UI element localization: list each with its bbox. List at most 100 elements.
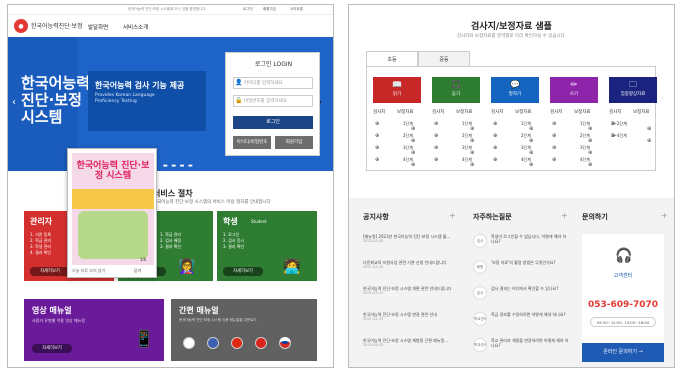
find-account-button[interactable]: 아이디/비밀번호 xyxy=(233,136,271,149)
popup-image[interactable]: 한국어능력 진단·보정 시스템 xyxy=(72,153,154,265)
download-test-icon[interactable]: ⊕ xyxy=(434,157,438,163)
column-header-test: 검사지 xyxy=(609,110,622,115)
admin-detail-button[interactable]: 자세히보기 xyxy=(30,267,70,276)
login-button[interactable]: 로그인 xyxy=(233,116,313,129)
quick-manual-card: 간편 매뉴얼 한국어능력 진단·보정 시스템 이용 매뉴얼을 다운로드 xyxy=(171,299,317,361)
join-button[interactable]: 회원가입 xyxy=(275,136,313,149)
faq-item[interactable]: 학교관리 학교 관리자 계정을 변경하려면 어떻게 해야 하나요? xyxy=(473,338,571,364)
quick-manual-title: 간편 매뉴얼 xyxy=(179,306,219,315)
notice-item[interactable]: 다문화교육 지원사업 관련 기관 신청 안내드립니다 2021-03-15 xyxy=(363,260,459,286)
china-flag-icon[interactable] xyxy=(231,337,243,349)
download-test-icon[interactable]: ⊕ xyxy=(552,121,556,127)
download-material-icon[interactable]: ⊕ xyxy=(529,162,533,168)
tab-middle[interactable]: 중등 xyxy=(418,51,470,67)
id-input[interactable]: 아이디를 입력하세요 xyxy=(233,77,313,89)
download-material-icon[interactable]: ⊕ xyxy=(529,150,533,156)
category-writing[interactable]: ✏ 쓰기 xyxy=(550,77,598,103)
faq-item[interactable]: 검사 검사 결과는 어디에서 확인할 수 있나요? xyxy=(473,286,571,312)
download-test-icon[interactable]: ⊕ xyxy=(552,157,556,163)
category-reading[interactable]: 📖 읽기 xyxy=(373,77,421,103)
faq-badge: 학교관리 xyxy=(473,312,487,326)
hero-sub-line: Proficiency Testing xyxy=(95,99,137,104)
download-material-icon[interactable]: ⊕ xyxy=(411,150,415,156)
column-header-material: 보정자료 xyxy=(456,110,473,115)
notice-item[interactable]: [매뉴얼] 2023년 한국어능력 진단·보정 시스템 활... 2023-03-… xyxy=(363,234,459,260)
download-material-icon[interactable]: ⊕ xyxy=(529,126,533,132)
download-material-icon[interactable]: ⊕ xyxy=(588,138,592,144)
download-test-icon[interactable]: ⊕ xyxy=(375,133,379,139)
nav-item-1[interactable]: 발달화면 xyxy=(88,23,108,31)
tab-elementary[interactable]: 초등 xyxy=(366,51,418,67)
download-test-icon[interactable]: ⊕ xyxy=(493,145,497,151)
contact-hours: 09:30~12:00, 13:00~18:00 xyxy=(590,317,656,327)
faq-more-icon[interactable]: + xyxy=(561,211,568,220)
download-test-icon[interactable]: ⊕ xyxy=(552,133,556,139)
download-material-icon[interactable]: ⊕ xyxy=(470,162,474,168)
download-material-icon[interactable]: ⊕ xyxy=(470,150,474,156)
video-detail-button[interactable]: 자세히보기 xyxy=(32,344,72,353)
contact-box: 🎧 고객센터 053-609-7070 09:30~12:00, 13:00~1… xyxy=(582,234,664,362)
contact-more-icon[interactable]: + xyxy=(661,211,668,220)
download-material-icon[interactable]: ⊕ xyxy=(411,162,415,168)
notice-item[interactable]: 한국어능력 진단·보정 시스템 변경 관련 안내 2021-02-25 xyxy=(363,312,459,338)
category-focus[interactable]: 🗀 집중향상자료 xyxy=(609,77,657,103)
tablet-illustration-icon: 📱 xyxy=(134,329,154,348)
util-login-link[interactable]: 로그인 xyxy=(243,7,253,12)
popup-page-indicator: 1/6 xyxy=(140,257,147,262)
download-test-icon[interactable]: ⊕ xyxy=(375,121,379,127)
headset-icon: 🎧 xyxy=(451,80,461,89)
util-join-link[interactable]: 회원가입 xyxy=(263,7,276,12)
vietnam-flag-icon[interactable] xyxy=(255,337,267,349)
download-test-icon[interactable]: ⊕ xyxy=(493,121,497,127)
dont-show-today[interactable]: 오늘 하루 보지 않기 xyxy=(72,268,105,274)
download-material-icon[interactable]: ⊕ xyxy=(411,126,415,132)
russia-flag-icon[interactable] xyxy=(279,337,291,349)
faq-list: 검사 학생이 로그인할 수 없습니다. 어떻게 해야 하나요? 회원 '보정 자료'… xyxy=(473,234,571,364)
student-detail-button[interactable]: 자세히보기 xyxy=(223,267,263,276)
download-test-icon[interactable]: ⊕ xyxy=(434,121,438,127)
utility-bar: 한국어능력 진단·보정 시스템에 오신 것을 환영합니다 로그인 회원가입 사이… xyxy=(8,5,333,15)
download-material-icon[interactable]: ⊕ xyxy=(411,138,415,144)
login-box: 로그인 LOGIN 아이디를 입력하세요 👤 비밀번호를 입력하세요 🔒 로그인… xyxy=(225,52,320,156)
popup-close-button[interactable]: 닫기 xyxy=(134,268,141,274)
download-material-icon[interactable]: ⊕ xyxy=(588,162,592,168)
card-steps: 1. 학급 관리 2. 검사 배정 3. 결과 확인 xyxy=(160,232,181,250)
prev-arrow-icon[interactable]: ‹ xyxy=(12,97,16,108)
notice-item[interactable]: 한국어능력 진단·보정 시스템 개편 관련 안내드립니다 2021-03-11 xyxy=(363,286,459,312)
download-material-icon[interactable]: ⊕ xyxy=(588,150,592,156)
download-material-icon[interactable]: ⊕ xyxy=(470,138,474,144)
download-material-icon[interactable]: ⊕ xyxy=(647,126,651,132)
download-test-icon[interactable]: ⊕ xyxy=(375,145,379,151)
carousel-dots[interactable]: ▬ ▬ ▬ ▬ xyxy=(163,163,194,169)
faq-item[interactable]: 학교관리 학급 정보를 수정하려면 어떻게 해야 하나요? xyxy=(473,312,571,338)
notice-list: [매뉴얼] 2023년 한국어능력 진단·보정 시스템 활... 2023-03-… xyxy=(363,234,459,364)
korea-flag-icon[interactable] xyxy=(183,337,195,349)
download-test-icon[interactable]: ⊕ xyxy=(375,157,379,163)
download-test-icon[interactable]: ⊕ xyxy=(493,133,497,139)
download-test-icon[interactable]: ⊕ xyxy=(493,157,497,163)
notice-more-icon[interactable]: + xyxy=(449,211,456,220)
download-test-icon[interactable]: ⊕ xyxy=(434,145,438,151)
download-material-icon[interactable]: ⊕ xyxy=(470,126,474,132)
notice-item[interactable]: 한국어능력 진단·보정 시스템 체험용 간편 매뉴얼... 2020-09-03 xyxy=(363,338,459,364)
hero-title-line: 시스템 xyxy=(21,108,63,126)
faq-item[interactable]: 회원 '보정 자료'의 활용 방법은 무엇인가요? xyxy=(473,260,571,286)
faq-item[interactable]: 검사 학생이 로그인할 수 없습니다. 어떻게 해야 하나요? xyxy=(473,234,571,260)
password-input[interactable]: 비밀번호를 입력하세요 xyxy=(233,95,313,107)
user-icon: 👤 xyxy=(235,79,243,86)
online-inquiry-button[interactable]: 온라인 문의하기 → xyxy=(582,343,664,362)
category-speaking[interactable]: 💬 말하기 xyxy=(491,77,539,103)
usa-flag-icon[interactable] xyxy=(207,337,219,349)
download-material-icon[interactable]: ⊕ xyxy=(588,126,592,132)
student-card: 학생 Student 1. 로그인 2. 검사 응시 3. 결과 확인 자세히보… xyxy=(217,211,317,281)
headset-icon: 🎧 xyxy=(615,248,633,264)
category-listening[interactable]: 🎧 듣기 xyxy=(432,77,480,103)
hero-title-line: 한국어능력 xyxy=(21,74,91,92)
download-material-icon[interactable]: ⊕ xyxy=(529,138,533,144)
video-manual-title: 영상 매뉴얼 xyxy=(32,306,72,315)
download-material-icon[interactable]: ⊕ xyxy=(647,138,651,144)
util-sitemap-link[interactable]: 사이트맵 xyxy=(290,7,303,12)
download-test-icon[interactable]: ⊕ xyxy=(434,133,438,139)
nav-item-2[interactable]: 서비스소개 xyxy=(123,23,148,31)
download-test-icon[interactable]: ⊕ xyxy=(552,145,556,151)
